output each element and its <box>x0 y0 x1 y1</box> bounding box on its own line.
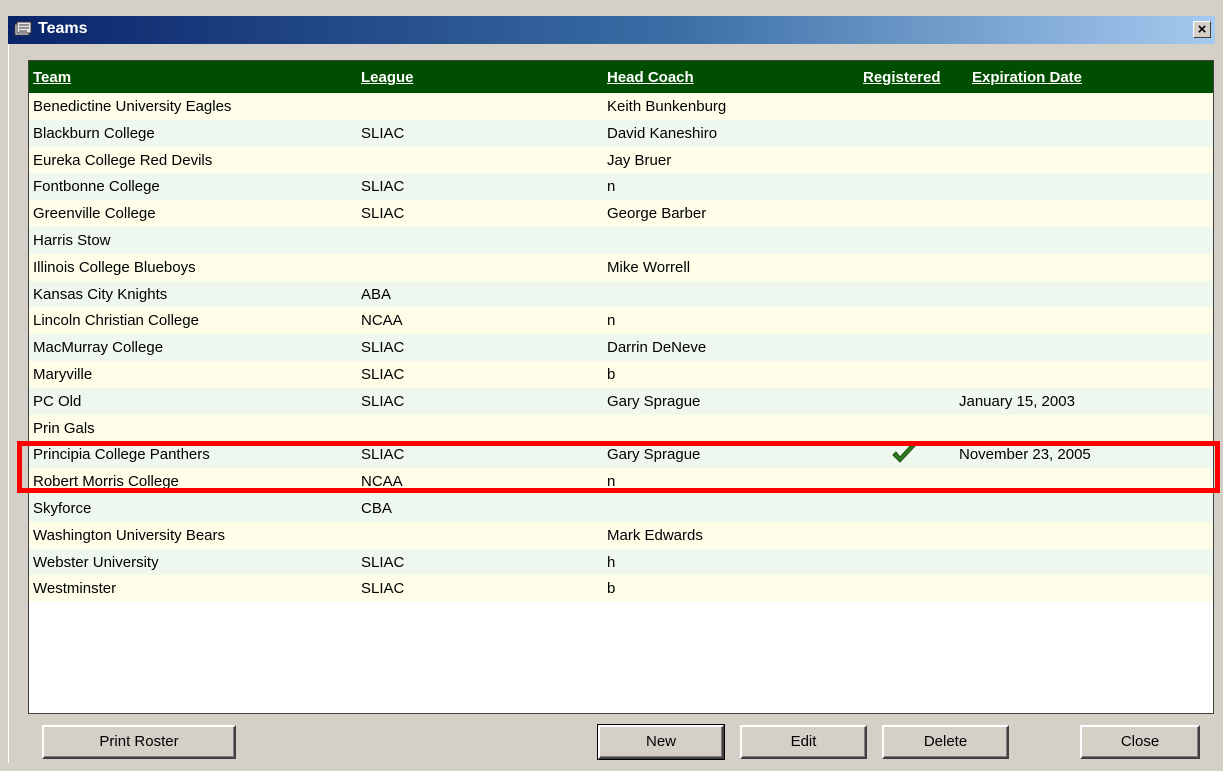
team-cell: Maryville <box>33 365 93 383</box>
new-button[interactable]: New <box>597 724 725 760</box>
head-coach-cell: b <box>607 580 616 598</box>
league-cell: SLIAC <box>361 178 405 196</box>
team-cell: Robert Morris College <box>33 473 179 491</box>
column-header-expiration-date[interactable]: Expiration Date <box>972 69 1082 86</box>
table-row[interactable]: PC Old SLIAC Gary Sprague January 15, 2003 <box>29 387 1213 415</box>
table-row[interactable]: Westminster SLIAC b <box>29 575 1213 603</box>
team-cell: Harris Stow <box>33 231 111 249</box>
team-cell: Westminster <box>33 580 117 598</box>
teams-window-icon <box>14 21 32 36</box>
window-close-button[interactable]: × <box>1193 21 1211 38</box>
head-coach-cell: n <box>607 178 616 196</box>
close-icon: × <box>1197 21 1207 38</box>
league-cell: ABA <box>361 285 392 303</box>
team-cell: Illinois College Blueboys <box>33 258 196 276</box>
league-cell: CBA <box>361 499 392 517</box>
registered-check-icon <box>891 443 917 465</box>
close-button[interactable]: Close <box>1080 725 1200 759</box>
table-row[interactable]: Kansas City Knights ABA <box>29 280 1213 308</box>
league-cell: SLIAC <box>361 124 405 142</box>
table-row[interactable]: Maryville SLIAC b <box>29 360 1213 388</box>
table-row[interactable]: Lincoln Christian College NCAA n <box>29 307 1213 335</box>
head-coach-cell: George Barber <box>607 205 707 223</box>
league-cell: SLIAC <box>361 339 405 357</box>
table-row[interactable]: Prin Gals <box>29 414 1213 442</box>
table-row[interactable]: Webster University SLIAC h <box>29 548 1213 576</box>
team-cell: Benedictine University Eagles <box>33 98 232 115</box>
title-bar: Teams × <box>8 16 1215 44</box>
table-row[interactable]: Fontbonne College SLIAC n <box>29 173 1213 201</box>
column-header-team[interactable]: Team <box>33 69 71 86</box>
league-cell: SLIAC <box>361 553 405 571</box>
team-cell: Greenville College <box>33 205 156 223</box>
team-cell: Blackburn College <box>33 124 155 142</box>
league-cell: SLIAC <box>361 205 405 223</box>
team-cell: Washington University Bears <box>33 526 226 544</box>
column-header-registered[interactable]: Registered <box>863 69 941 86</box>
team-cell: MacMurray College <box>33 339 164 357</box>
head-coach-cell: Mark Edwards <box>607 526 703 544</box>
head-coach-cell: David Kaneshiro <box>607 124 718 142</box>
head-coach-cell: n <box>607 473 616 491</box>
table-header: Team League Head Coach Registered Expira… <box>29 61 1213 93</box>
head-coach-cell: Keith Bunkenburg <box>607 98 727 115</box>
table-row[interactable]: Blackburn College SLIAC David Kaneshiro <box>29 119 1213 147</box>
table-row[interactable]: Skyforce CBA <box>29 494 1213 522</box>
table-row[interactable]: Principia College Panthers SLIAC Gary Spra… <box>29 441 1213 469</box>
expiration-date-cell: January 15, 2003 <box>959 392 1075 410</box>
team-cell: Skyforce <box>33 499 92 517</box>
league-cell: NCAA <box>361 473 403 491</box>
table-row[interactable]: MacMurray College SLIAC Darrin DeNeve <box>29 334 1213 361</box>
head-coach-cell: Jay Bruer <box>607 151 672 169</box>
league-cell: SLIAC <box>361 392 405 410</box>
edit-button[interactable]: Edit <box>740 725 867 759</box>
table-row[interactable]: Harris Stow <box>29 226 1213 254</box>
table-row[interactable]: Robert Morris College NCAA n <box>29 468 1213 495</box>
column-header-league[interactable]: League <box>361 69 414 86</box>
team-cell: Fontbonne College <box>33 178 160 196</box>
team-cell: Principia College Panthers <box>33 446 210 464</box>
print-roster-button[interactable]: Print Roster <box>42 725 236 759</box>
table-row[interactable]: Washington University Bears Mark Edwards <box>29 521 1213 549</box>
head-coach-cell: Gary Sprague <box>607 392 701 410</box>
expiration-date-cell: November 23, 2005 <box>959 446 1091 464</box>
delete-button[interactable]: Delete <box>882 725 1009 759</box>
head-coach-cell: Darrin DeNeve <box>607 339 707 357</box>
league-cell: SLIAC <box>361 580 405 598</box>
team-cell: Webster University <box>33 553 159 571</box>
table-body: Benedictine University Eagles Keith Bunke… <box>29 93 1213 603</box>
team-cell: Lincoln Christian College <box>33 312 199 330</box>
table-row[interactable]: Eureka College Red Devils Jay Bruer <box>29 146 1213 174</box>
head-coach-cell: h <box>607 553 616 571</box>
team-cell: Eureka College Red Devils <box>33 151 213 169</box>
column-header-head-coach[interactable]: Head Coach <box>607 69 694 86</box>
table-row[interactable]: Benedictine University Eagles Keith Bunke… <box>29 93 1213 120</box>
head-coach-cell: Gary Sprague <box>607 446 701 464</box>
head-coach-cell: b <box>607 365 616 383</box>
league-cell: SLIAC <box>361 446 405 464</box>
window-title: Teams <box>38 20 88 37</box>
league-cell: NCAA <box>361 312 403 330</box>
teams-table[interactable]: Team League Head Coach Registered Expira… <box>28 60 1214 714</box>
team-cell: Kansas City Knights <box>33 285 168 303</box>
table-row[interactable]: Greenville College SLIAC George Barber <box>29 200 1213 227</box>
table-row[interactable]: Illinois College Blueboys Mike Worrell <box>29 253 1213 281</box>
head-coach-cell: n <box>607 312 616 330</box>
league-cell: SLIAC <box>361 365 405 383</box>
team-cell: PC Old <box>33 392 82 410</box>
team-cell: Prin Gals <box>33 419 95 437</box>
head-coach-cell: Mike Worrell <box>607 258 691 276</box>
